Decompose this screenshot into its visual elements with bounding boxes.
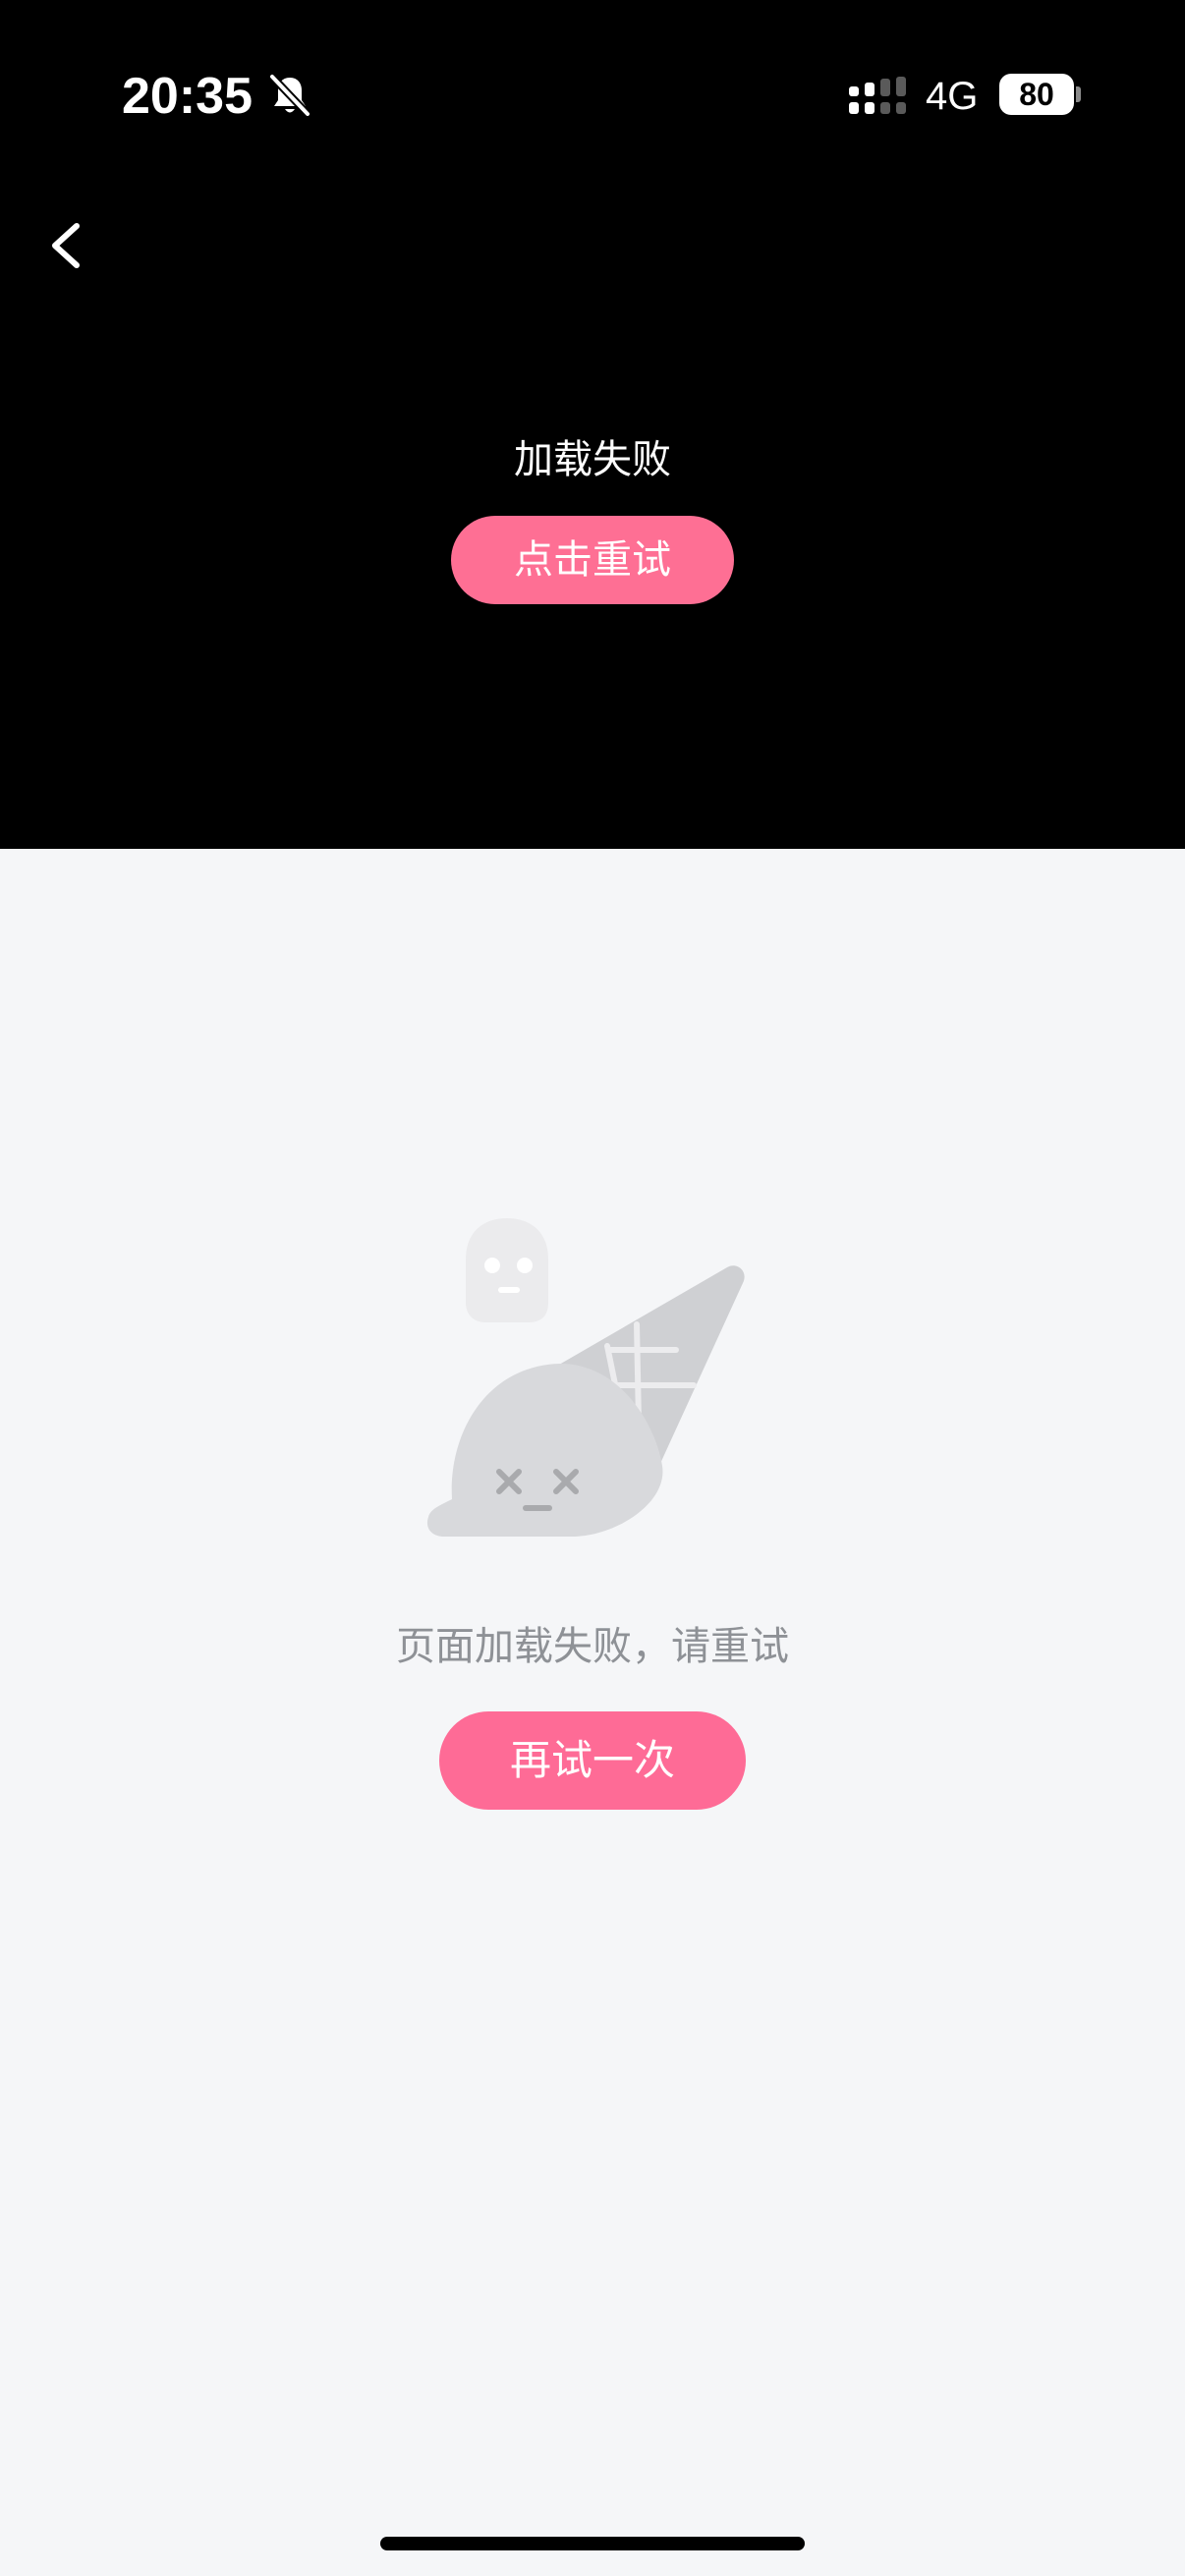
status-time: 20:35 [122,68,253,125]
battery-icon: 80 [999,74,1074,115]
app-screen: 20:35 4G 80 加载失败 点击重试 页面加载失败，请重试 再试一次 [0,0,1185,2576]
player-retry-button[interactable]: 点击重试 [451,516,734,604]
signal-strength-icon [849,77,906,114]
ghost-head-icon [466,1218,548,1322]
home-indicator[interactable] [380,2537,805,2550]
player-error-message: 加载失败 [514,437,671,482]
battery-tip [1076,86,1081,102]
status-bar: 20:35 4G 80 [0,0,1185,187]
page-error-message: 页面加载失败，请重试 [396,1624,789,1669]
network-type-label: 4G [926,75,979,118]
battery-level: 80 [1019,77,1054,112]
back-button[interactable] [39,206,98,285]
page-retry-button[interactable]: 再试一次 [439,1711,746,1810]
video-player-area: 20:35 4G 80 加载失败 点击重试 [0,0,1185,849]
melted-ice-cream-illustration [426,1218,745,1537]
chevron-left-icon [52,223,80,268]
bell-muted-icon [268,73,311,118]
